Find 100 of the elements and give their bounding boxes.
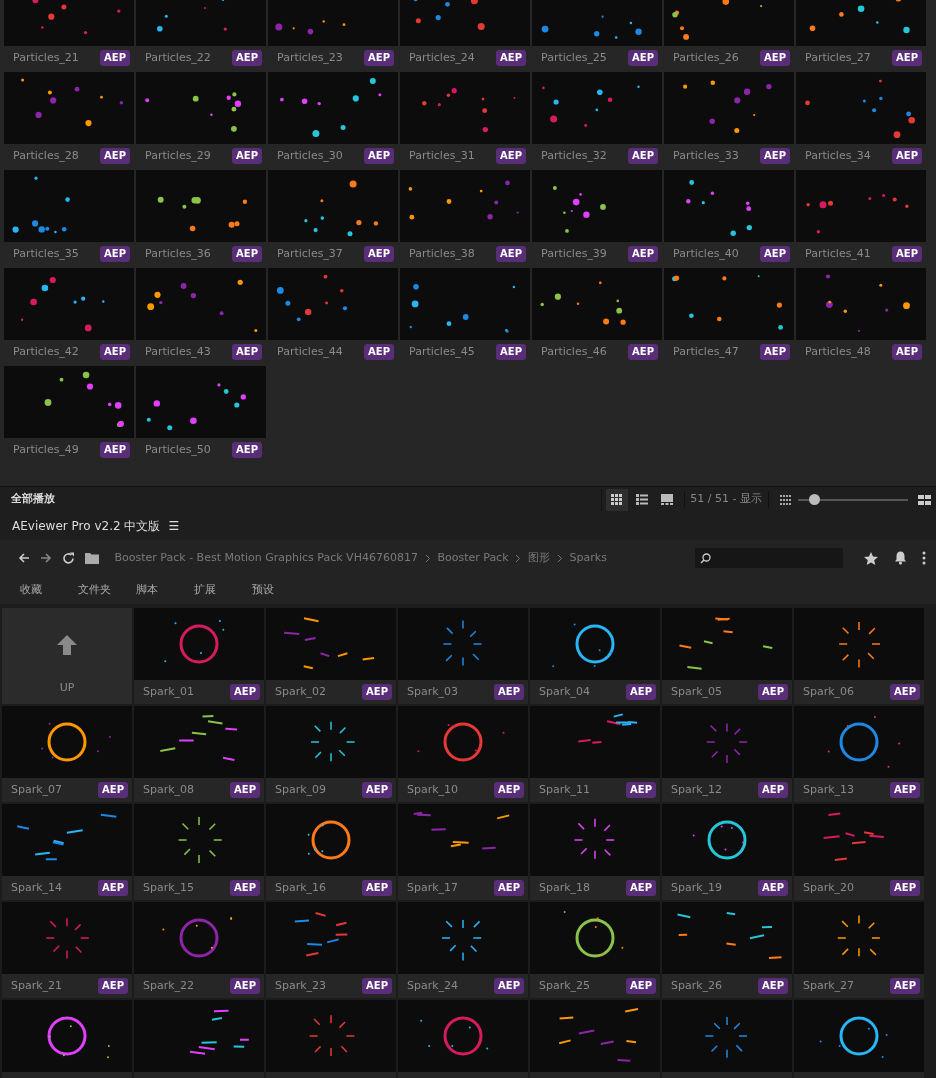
- item-count: 51 / 51 - 显示: [683, 491, 769, 508]
- play-all-button[interactable]: 全部播放: [0, 491, 66, 508]
- item-name: Particles_27: [805, 49, 871, 66]
- slider-thumb[interactable]: [809, 493, 820, 505]
- app-title: AEviewer Pro v2.2 中文版: [12, 518, 161, 535]
- format-tag: AEP: [230, 880, 260, 896]
- format-tag: AEP: [230, 978, 260, 994]
- tab[interactable]: 扩展: [194, 581, 252, 599]
- format-tag: AEP: [100, 442, 130, 458]
- item-name: Particles_24: [409, 49, 475, 66]
- small-grid-icon[interactable]: [779, 494, 792, 505]
- tab[interactable]: 文件夹: [78, 581, 136, 599]
- star-icon[interactable]: [864, 551, 878, 565]
- item-name: Particles_40: [673, 245, 739, 262]
- item-name: Spark_18: [539, 879, 591, 896]
- format-tag: AEP: [232, 246, 262, 262]
- item-name: Particles_37: [277, 245, 343, 262]
- item-name: Spark_07: [11, 781, 63, 798]
- item-name: Spark_22: [143, 977, 195, 994]
- format-tag: AEP: [364, 148, 394, 164]
- format-tag: AEP: [626, 782, 656, 798]
- item-name: Spark_02: [275, 683, 327, 700]
- item-name: Particles_43: [145, 343, 211, 360]
- folder-icon[interactable]: [85, 552, 99, 564]
- format-tag: AEP: [364, 246, 394, 262]
- format-tag: AEP: [758, 880, 788, 896]
- format-tag: AEP: [758, 978, 788, 994]
- format-tag: AEP: [760, 344, 790, 360]
- item-name: Particles_45: [409, 343, 475, 360]
- chevron-icon: [424, 553, 431, 563]
- item-name: Spark_14: [11, 879, 63, 896]
- breadcrumb-link[interactable]: Sparks: [569, 549, 607, 567]
- item-name: Spark_19: [671, 879, 723, 896]
- chevron-icon: [515, 553, 522, 563]
- item-name: Particles_26: [673, 49, 739, 66]
- menu-button[interactable]: ☰: [168, 517, 180, 535]
- format-tag: AEP: [892, 148, 922, 164]
- item-name: Particles_50: [145, 441, 211, 458]
- item-name: Spark_13: [803, 781, 855, 798]
- format-tag: AEP: [892, 246, 922, 262]
- format-tag: AEP: [98, 978, 128, 994]
- format-tag: AEP: [232, 344, 262, 360]
- format-tag: AEP: [98, 880, 128, 896]
- format-tag: AEP: [362, 880, 392, 896]
- item-name: Spark_20: [803, 879, 855, 896]
- item-name: Particles_31: [409, 147, 475, 164]
- tab[interactable]: 预设: [252, 581, 310, 599]
- item-name: Spark_12: [671, 781, 723, 798]
- format-tag: AEP: [100, 50, 130, 66]
- format-tag: AEP: [232, 148, 262, 164]
- grid-view-button[interactable]: [606, 488, 629, 511]
- format-tag: AEP: [230, 782, 260, 798]
- item-name: Particles_35: [13, 245, 79, 262]
- tab[interactable]: 脚本: [136, 581, 194, 599]
- up-arrow-icon: [56, 634, 78, 656]
- breadcrumb-link[interactable]: 图形: [528, 549, 551, 567]
- format-tag: AEP: [362, 684, 392, 700]
- format-tag: AEP: [494, 684, 524, 700]
- format-tag: AEP: [892, 344, 922, 360]
- item-name: Particles_23: [277, 49, 343, 66]
- item-name: Spark_15: [143, 879, 195, 896]
- item-name: Spark_24: [407, 977, 459, 994]
- item-name: Particles_39: [541, 245, 607, 262]
- format-tag: AEP: [760, 148, 790, 164]
- format-tag: AEP: [628, 246, 658, 262]
- format-tag: AEP: [626, 684, 656, 700]
- format-tag: AEP: [628, 148, 658, 164]
- breadcrumb-link[interactable]: Booster Pack: [437, 549, 509, 567]
- more-icon[interactable]: [922, 551, 926, 565]
- format-tag: AEP: [362, 978, 392, 994]
- format-tag: AEP: [890, 782, 920, 798]
- format-tag: AEP: [760, 246, 790, 262]
- tab[interactable]: 收藏: [20, 581, 78, 599]
- item-name: Particles_32: [541, 147, 607, 164]
- format-tag: AEP: [232, 442, 262, 458]
- format-tag: AEP: [364, 344, 394, 360]
- format-tag: AEP: [100, 344, 130, 360]
- item-name: Spark_21: [11, 977, 63, 994]
- breadcrumb-link[interactable]: Booster Pack - Best Motion Graphics Pack VH46760817: [114, 549, 418, 567]
- format-tag: AEP: [494, 978, 524, 994]
- search-field[interactable]: [695, 548, 843, 568]
- item-name: Particles_33: [673, 147, 739, 164]
- format-tag: AEP: [758, 782, 788, 798]
- format-tag: AEP: [232, 50, 262, 66]
- large-grid-icon[interactable]: [917, 494, 931, 505]
- forward-icon[interactable]: [40, 552, 52, 564]
- back-icon[interactable]: [18, 552, 30, 564]
- format-tag: AEP: [890, 684, 920, 700]
- item-name: Particles_38: [409, 245, 475, 262]
- list-view-icon: [635, 493, 650, 506]
- item-name: Particles_46: [541, 343, 607, 360]
- item-name: Spark_11: [539, 781, 591, 798]
- item-name: Particles_28: [13, 147, 79, 164]
- chevron-icon: [556, 553, 563, 563]
- up-tile[interactable]: UP: [2, 608, 132, 704]
- item-name: Spark_10: [407, 781, 459, 798]
- format-tag: AEP: [890, 978, 920, 994]
- format-tag: AEP: [496, 148, 526, 164]
- refresh-icon[interactable]: [62, 551, 75, 565]
- bell-icon[interactable]: [893, 551, 907, 565]
